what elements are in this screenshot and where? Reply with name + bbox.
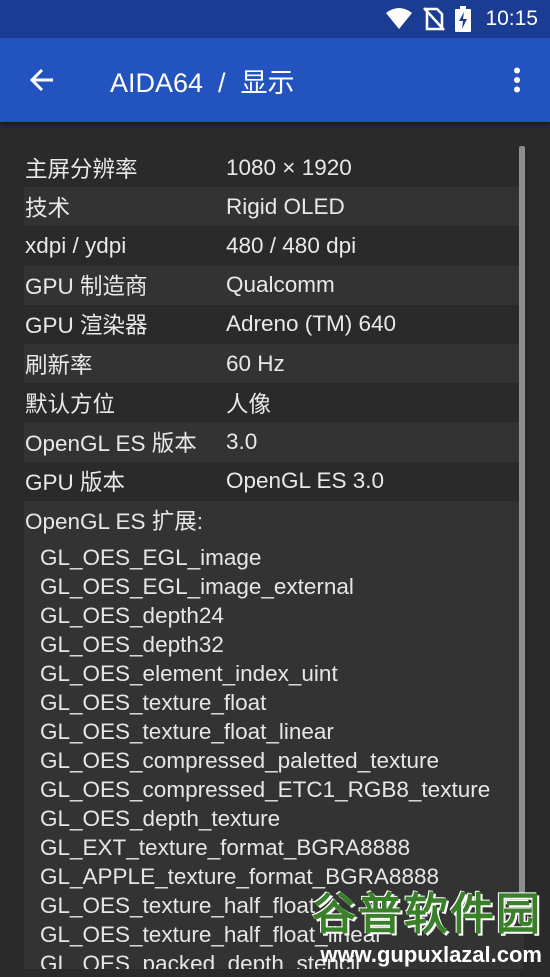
info-row-gpu-vendor: GPU 制造商 Qualcomm <box>24 265 524 305</box>
status-time: 10:15 <box>485 7 538 30</box>
battery-charging-icon <box>455 6 472 32</box>
extension-item: GL_OES_texture_float <box>40 689 267 715</box>
info-row-technology: 技术 Rigid OLED <box>24 187 524 227</box>
info-row-gpu-renderer: GPU 渲染器 Adreno (TM) 640 <box>24 305 524 344</box>
info-key: xdpi / ydpi <box>25 232 127 258</box>
extension-item: GL_EXT_texture_format_BGRA8888 <box>40 834 411 860</box>
info-row-resolution: 主屏分辨率 1080 × 1920 <box>24 148 524 187</box>
info-key: OpenGL ES 版本 <box>25 430 197 456</box>
extension-item: GL_APPLE_texture_format_BGRA8888 <box>40 863 439 889</box>
extension-item: GL_OES_depth24 <box>40 602 224 628</box>
extension-item: GL_OES_element_index_uint <box>40 660 338 686</box>
extension-item: GL_OES_compressed_paletted_texture <box>40 747 439 773</box>
info-value: 60 Hz <box>226 350 285 376</box>
info-value: 3.0 <box>226 428 258 454</box>
info-value: Adreno (TM) 640 <box>226 311 397 337</box>
info-key: GPU 版本 <box>25 470 126 496</box>
status-icons: 10:15 <box>385 0 538 38</box>
display-info-list[interactable]: 主屏分辨率 1080 × 1920 技术 Rigid OLED xdpi / y… <box>24 148 524 969</box>
info-key: 技术 <box>25 195 71 221</box>
no-sim-icon <box>423 7 446 31</box>
info-row-refresh-rate: 刷新率 60 Hz <box>24 343 524 384</box>
wifi-icon <box>386 8 413 29</box>
extension-item: GL_OES_depth32 <box>40 631 224 657</box>
extension-item: GL_OES_depth_texture <box>40 805 281 831</box>
info-value: OpenGL ES 3.0 <box>226 468 385 494</box>
watermark-logo-text: 谷普软件园 <box>312 889 542 940</box>
back-button[interactable] <box>22 60 62 100</box>
info-value: 人像 <box>226 391 272 417</box>
scrollbar[interactable] <box>519 146 525 896</box>
watermark: 谷普软件园 www.gupuxlazal.com <box>292 888 542 970</box>
info-row-gpu-version: GPU 版本 OpenGL ES 3.0 <box>24 462 524 501</box>
extensions-title: OpenGL ES 扩展: <box>25 508 203 534</box>
watermark-url: www.gupuxlazal.com <box>320 942 542 967</box>
info-row-orientation: 默认方位 人像 <box>24 383 524 422</box>
info-value: Rigid OLED <box>226 193 345 219</box>
overflow-menu-button[interactable] <box>502 60 532 100</box>
arrow-back-icon <box>29 68 53 92</box>
status-bar: 10:15 <box>0 0 550 38</box>
info-value: 1080 × 1920 <box>226 154 352 180</box>
info-key: GPU 制造商 <box>25 274 148 300</box>
info-key: 主屏分辨率 <box>25 156 138 182</box>
info-key: 刷新率 <box>25 352 93 378</box>
info-row-opengl-version: OpenGL ES 版本 3.0 <box>24 422 524 462</box>
extension-item: GL_OES_texture_float_linear <box>40 718 334 744</box>
extension-item: GL_OES_compressed_ETC1_RGB8_texture <box>40 776 491 802</box>
info-value: Qualcomm <box>226 272 335 298</box>
info-key: GPU 渲染器 <box>25 313 148 339</box>
app-bar: AIDA64 / 显示 <box>0 38 550 122</box>
extension-item: GL_OES_EGL_image <box>40 544 262 570</box>
more-vert-icon <box>514 67 520 93</box>
extension-item: GL_OES_EGL_image_external <box>40 573 354 599</box>
info-row-dpi: xdpi / ydpi 480 / 480 dpi <box>24 226 524 265</box>
info-key: 默认方位 <box>25 391 116 417</box>
info-value: 480 / 480 dpi <box>226 232 357 258</box>
page-title: AIDA64 / 显示 <box>110 67 295 98</box>
